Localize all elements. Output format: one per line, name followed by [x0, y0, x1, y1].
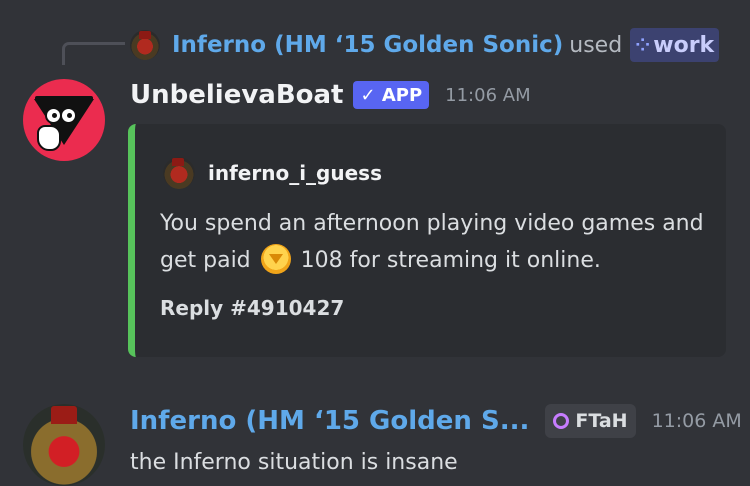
bot-message-header: UnbelievaBoat ✓ APP 11:06 AM [130, 75, 531, 115]
server-tag-icon [553, 413, 570, 429]
bot-username[interactable]: UnbelievaBoat [130, 80, 343, 110]
user-message-header: Inferno (HM ‘15 Golden S... FTaH 11:06 A… [130, 401, 742, 441]
embed-description: You spend an afternoon playing video gam… [160, 205, 710, 279]
server-tag-badge[interactable]: FTaH [545, 404, 636, 438]
embed-card: inferno_i_guess You spend an afternoon p… [128, 124, 726, 357]
app-badge: ✓ APP [353, 81, 430, 109]
embed-description-part2: for streaming it online. [349, 248, 601, 273]
bot-avatar[interactable] [23, 79, 105, 161]
user-avatar[interactable] [23, 404, 105, 486]
coin-icon [260, 244, 291, 274]
slash-command-pill[interactable]: ⁘ work [630, 28, 720, 62]
user-name[interactable]: Inferno (HM ‘15 Golden S... [130, 406, 529, 436]
embed-footer: Reply #4910427 [160, 296, 345, 320]
reply-connector [62, 42, 125, 65]
reply-reference[interactable]: Inferno (HM ‘15 Golden Sonic) used ⁘ wor… [130, 28, 720, 62]
command-name: work [653, 32, 715, 58]
message-timestamp[interactable]: 11:06 AM [445, 85, 530, 106]
embed-author-avatar [163, 157, 195, 189]
embed-author: inferno_i_guess [163, 157, 382, 189]
referenced-user-name[interactable]: Inferno (HM ‘15 Golden Sonic) [172, 32, 563, 58]
reference-action-text: used [569, 32, 623, 58]
server-tag-label: FTaH [575, 410, 628, 432]
user-message-text: the Inferno situation is insane [130, 450, 458, 475]
referenced-user-avatar[interactable] [130, 30, 160, 60]
command-icon: ⁘ [635, 34, 651, 56]
embed-author-name: inferno_i_guess [208, 161, 382, 185]
payout-amount: 108 [300, 248, 343, 273]
user-message-timestamp[interactable]: 11:06 AM [652, 410, 742, 432]
